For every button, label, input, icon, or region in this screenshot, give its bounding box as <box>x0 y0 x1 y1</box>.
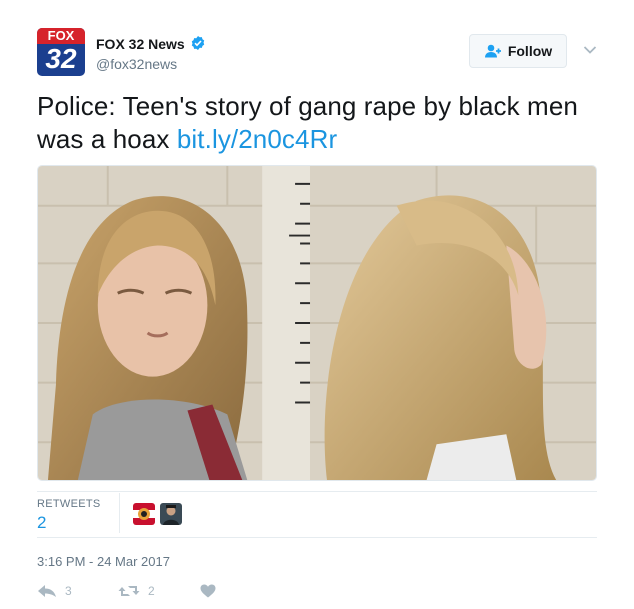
tweet-timestamp[interactable]: 3:16 PM - 24 Mar 2017 <box>37 554 170 569</box>
divider <box>37 537 597 538</box>
account-name[interactable]: FOX 32 News <box>96 36 185 52</box>
tweet-link[interactable]: bit.ly/2n0c4Rr <box>177 124 337 154</box>
reply-count: 3 <box>65 584 72 598</box>
stats-separator <box>119 493 120 533</box>
retweets-label: RETWEETS <box>37 498 101 510</box>
retweet-action[interactable]: 2 <box>118 584 155 598</box>
tweet-photo[interactable] <box>37 165 597 481</box>
add-user-icon <box>484 44 501 58</box>
account-handle[interactable]: @fox32news <box>96 56 177 72</box>
follow-button[interactable]: Follow <box>469 34 567 68</box>
retweeter-avatar[interactable] <box>133 503 155 525</box>
like-action[interactable] <box>200 584 216 598</box>
tweet-text: Police: Teen's story of gang rape by bla… <box>37 90 607 156</box>
follow-label: Follow <box>507 43 553 59</box>
mugshot-image <box>38 166 596 480</box>
divider <box>37 491 597 492</box>
avatar-text-bottom: 32 <box>45 43 77 74</box>
retweets-count[interactable]: 2 <box>37 513 46 533</box>
retweet-count: 2 <box>148 584 155 598</box>
reply-action[interactable]: 3 <box>37 584 72 598</box>
retweeter-avatar[interactable] <box>160 503 182 525</box>
heart-icon <box>200 584 216 598</box>
reply-icon <box>38 585 56 597</box>
retweet-icon <box>118 586 140 596</box>
verified-badge-icon <box>191 36 205 50</box>
account-avatar[interactable]: FOX 32 <box>37 28 85 76</box>
chevron-down-icon[interactable] <box>583 45 597 55</box>
